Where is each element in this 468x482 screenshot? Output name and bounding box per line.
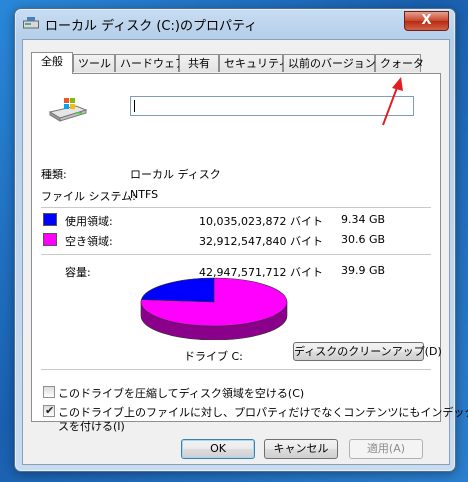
drive-letter-label: ドライブ C: bbox=[184, 350, 243, 363]
tab-label: クォータ bbox=[380, 57, 424, 70]
type-label: 種類: bbox=[41, 168, 67, 181]
used-space-bytes: 10,035,023,872 バイト bbox=[199, 215, 323, 228]
text-caret bbox=[134, 100, 135, 112]
window-title: ローカル ディスク (C:)のプロパティ bbox=[45, 19, 258, 34]
tab-label: 共有 bbox=[188, 57, 210, 70]
apply-button[interactable]: 適用(A) bbox=[349, 439, 423, 459]
tab-previous-versions[interactable]: 以前のバージョン bbox=[283, 54, 376, 72]
tab-label: ハードウェア bbox=[120, 57, 186, 70]
tab-general[interactable]: 全般 bbox=[31, 52, 73, 74]
properties-window: ローカル ディスク (C:)のプロパティ X 全般 ツール ハードウェア 共有 … bbox=[14, 8, 468, 472]
drive-name-input[interactable] bbox=[130, 96, 414, 116]
hard-drive-icon bbox=[48, 98, 88, 122]
title-bar[interactable]: ローカル ディスク (C:)のプロパティ X bbox=[15, 9, 455, 37]
index-label-line2: スを付ける(I) bbox=[58, 420, 125, 433]
compress-checkbox[interactable] bbox=[43, 386, 55, 398]
filesystem-value: NTFS bbox=[130, 188, 159, 201]
disk-cleanup-button[interactable]: ディスクのクリーンアップ(D) bbox=[293, 342, 442, 361]
divider bbox=[41, 369, 431, 371]
tab-sharing[interactable]: 共有 bbox=[179, 54, 219, 72]
general-tab-panel: 種類: ローカル ディスク ファイル システム: NTFS 使用領域: 10,0… bbox=[31, 73, 468, 433]
index-checkbox[interactable]: ✔ bbox=[43, 404, 55, 417]
tab-hardware[interactable]: ハードウェア bbox=[115, 54, 186, 72]
close-button[interactable]: X bbox=[404, 11, 449, 31]
cancel-button[interactable]: キャンセル bbox=[264, 439, 338, 459]
pie-slice-used bbox=[140, 277, 215, 303]
capacity-gb: 39.9 GB bbox=[341, 264, 386, 277]
tab-security[interactable]: セキュリティ bbox=[219, 54, 289, 72]
free-space-swatch bbox=[43, 233, 57, 246]
compress-label: このドライブを圧縮してディスク領域を空ける(C) bbox=[58, 387, 305, 400]
tab-label: セキュリティ bbox=[224, 57, 290, 70]
free-space-bytes: 32,912,547,840 バイト bbox=[199, 235, 323, 248]
capacity-label: 容量: bbox=[65, 266, 91, 279]
used-space-gb: 9.34 GB bbox=[341, 213, 386, 226]
tab-tools[interactable]: ツール bbox=[73, 54, 115, 72]
type-value: ローカル ディスク bbox=[130, 168, 221, 181]
tab-quota[interactable]: クォータ bbox=[375, 54, 424, 72]
tab-label: 以前のバージョン bbox=[288, 57, 376, 70]
disk-usage-pie-chart bbox=[140, 277, 288, 340]
ok-button[interactable]: OK bbox=[181, 439, 255, 459]
tab-label: ツール bbox=[78, 57, 111, 70]
free-space-label: 空き領域: bbox=[65, 235, 113, 248]
tab-label: 全般 bbox=[41, 55, 63, 68]
free-space-gb: 30.6 GB bbox=[341, 233, 386, 246]
divider bbox=[41, 254, 431, 256]
drive-icon bbox=[23, 17, 39, 29]
filesystem-label: ファイル システム: bbox=[41, 190, 136, 203]
used-space-swatch bbox=[43, 213, 57, 226]
dialog-client: 全般 ツール ハードウェア 共有 セキュリティ 以前のバージョン クォータ 種類… bbox=[22, 39, 468, 465]
checkmark-icon: ✔ bbox=[45, 404, 55, 417]
divider bbox=[41, 207, 431, 209]
used-space-label: 使用領域: bbox=[65, 215, 113, 228]
